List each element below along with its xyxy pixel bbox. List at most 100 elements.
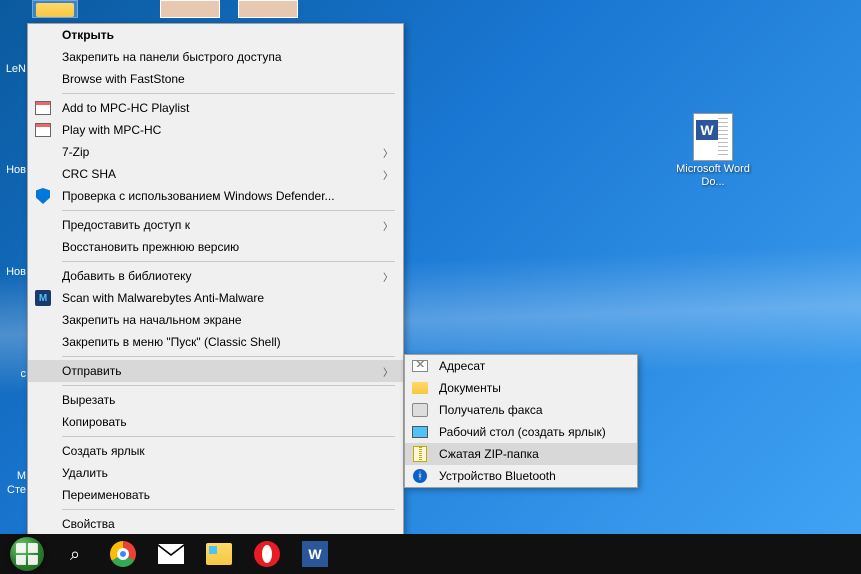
menu-item-label: Адресат [439,359,485,373]
context-menu-item[interactable]: Добавить в библиотеку 〉 [28,265,403,287]
context-menu-item[interactable]: Закрепить в меню "Пуск" (Classic Shell) [28,331,403,353]
taskbar-word[interactable]: W [292,534,338,574]
chevron-right-icon: 〉 [383,167,393,182]
menu-item-label: Сжатая ZIP-папка [439,447,539,461]
chrome-icon [110,541,136,567]
menu-item-label: Копировать [62,415,127,429]
context-menu: Открыть Закрепить на панели быстрого дост… [27,23,404,536]
context-menu-item[interactable]: Browse with FastStone [28,68,403,90]
menu-item-label: Свойства [62,517,115,531]
menu-item-label: Документы [439,381,501,395]
word-icon: W [302,541,328,567]
menu-item-label: Переименовать [62,488,150,502]
desktop-thumb-1[interactable] [160,0,220,18]
menu-item-label: Добавить в библиотеку [62,269,192,283]
mail-icon [412,360,428,372]
context-menu-item[interactable]: 7-Zip 〉 [28,141,403,163]
context-menu-item[interactable]: Проверка с использованием Windows Defend… [28,185,403,207]
taskbar-explorer[interactable] [196,534,242,574]
folder-icon [412,382,428,394]
desktop-thumb-2[interactable] [238,0,298,18]
submenu-item[interactable]: Сжатая ZIP-папка [405,443,637,465]
chevron-right-icon: 〉 [383,364,393,379]
context-menu-item[interactable]: Открыть [28,24,403,46]
opera-icon [254,541,280,567]
menu-separator [62,356,395,357]
word-doc-icon [693,113,733,161]
menu-item-label: Рабочий стол (создать ярлык) [439,425,606,439]
menu-item-label: Browse with FastStone [62,72,185,86]
context-menu-item[interactable]: Закрепить на панели быстрого доступа [28,46,403,68]
desktop-icon-word-doc[interactable]: Microsoft Word Do... [675,115,751,189]
context-menu-item[interactable]: CRC SHA 〉 [28,163,403,185]
taskbar-mail[interactable] [148,534,194,574]
cal-icon [35,101,51,115]
menu-item-label: Создать ярлык [62,444,145,458]
selected-folder-partial[interactable] [32,0,78,18]
desktop-icon [412,426,428,438]
desktop-icon-partial[interactable]: Сте [0,484,26,496]
context-menu-item[interactable]: Вырезать [28,389,403,411]
menu-separator [62,261,395,262]
context-menu-item[interactable]: Восстановить прежнюю версию [28,236,403,258]
search-icon: ⌕ [70,544,80,565]
menu-item-label: Открыть [62,28,114,42]
menu-item-label: Закрепить на панели быстрого доступа [62,50,282,64]
menu-item-label: Scan with Malwarebytes Anti-Malware [62,291,264,305]
menu-item-label: Удалить [62,466,108,480]
zip-icon [413,446,427,462]
context-menu-item[interactable]: Удалить [28,462,403,484]
submenu-item[interactable]: Документы [405,377,637,399]
menu-separator [62,385,395,386]
submenu-item[interactable]: Рабочий стол (создать ярлык) [405,421,637,443]
context-menu-item[interactable]: Свойства [28,513,403,535]
taskbar-opera[interactable] [244,534,290,574]
menu-item-label: Вырезать [62,393,115,407]
desktop-icon-partial[interactable]: Нов [0,266,26,278]
desktop-icon-partial[interactable]: с [0,368,26,380]
bt-icon: ᚼ [413,469,427,483]
context-menu-item[interactable]: Создать ярлык [28,440,403,462]
start-button[interactable] [4,534,50,574]
menu-item-label: Закрепить на начальном экране [62,313,242,327]
cal-icon [35,123,51,137]
submenu-item[interactable]: ᚼУстройство Bluetooth [405,465,637,487]
context-menu-item[interactable]: Scan with Malwarebytes Anti-Malware [28,287,403,309]
context-menu-item[interactable]: Add to MPC-HC Playlist [28,97,403,119]
submenu-item[interactable]: Адресат [405,355,637,377]
fax-icon [412,403,428,417]
context-submenu-send-to: Адресат Документы Получатель факса Рабочий … [404,354,638,488]
chevron-right-icon: 〉 [383,218,393,233]
context-menu-item[interactable]: Предоставить доступ к 〉 [28,214,403,236]
context-menu-item[interactable]: Закрепить на начальном экране [28,309,403,331]
taskbar-search[interactable]: ⌕ [52,534,98,574]
menu-separator [62,509,395,510]
context-menu-item[interactable]: Переименовать [28,484,403,506]
context-menu-item[interactable]: Play with MPC-HC [28,119,403,141]
menu-separator [62,210,395,211]
mwb-icon [35,290,51,306]
menu-item-label: Восстановить прежнюю версию [62,240,239,254]
desktop-icon-partial[interactable]: М [0,470,26,482]
shield-icon [36,188,50,204]
menu-item-label: 7-Zip [62,145,89,159]
desktop-icon-partial[interactable]: Нов [0,164,26,176]
menu-item-label: Получатель факса [439,403,543,417]
mail-icon [158,544,184,564]
menu-item-label: Отправить [62,364,122,378]
desktop-icon-partial[interactable]: LeN [0,63,26,75]
menu-item-label: Закрепить в меню "Пуск" (Classic Shell) [62,335,281,349]
menu-item-label: Проверка с использованием Windows Defend… [62,189,335,203]
chevron-right-icon: 〉 [383,145,393,160]
menu-item-label: Предоставить доступ к [62,218,190,232]
chevron-right-icon: 〉 [383,269,393,284]
menu-separator [62,93,395,94]
taskbar-chrome[interactable] [100,534,146,574]
taskbar: ⌕ W [0,534,861,574]
menu-item-label: Play with MPC-HC [62,123,161,137]
menu-item-label: Add to MPC-HC Playlist [62,101,189,115]
context-menu-item[interactable]: Копировать [28,411,403,433]
menu-item-label: CRC SHA [62,167,116,181]
context-menu-item[interactable]: Отправить 〉 [28,360,403,382]
submenu-item[interactable]: Получатель факса [405,399,637,421]
